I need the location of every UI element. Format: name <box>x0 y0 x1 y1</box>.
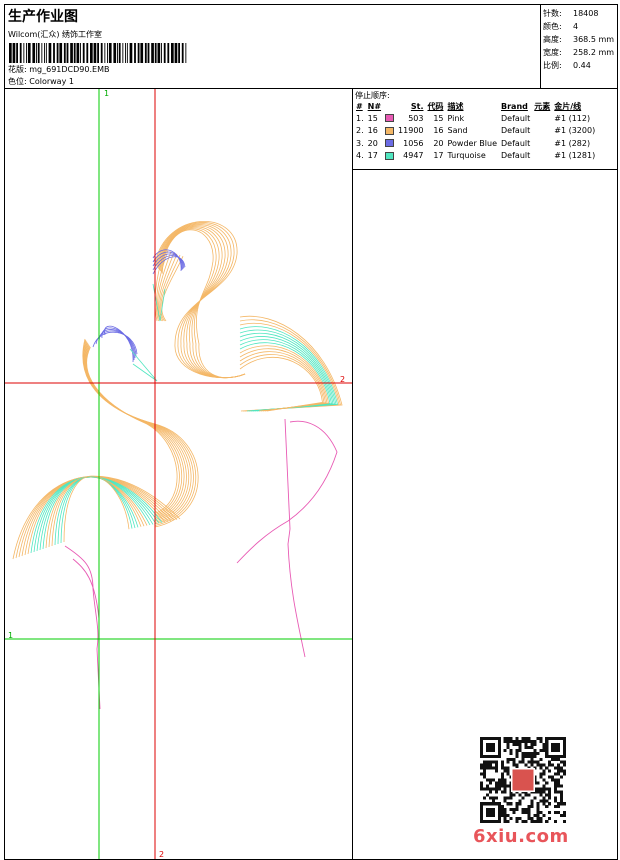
col-n: N# <box>367 102 382 111</box>
stop-sequence-title: 停止顺序: <box>355 91 390 100</box>
row-stitches: 11900 <box>398 126 424 136</box>
row-code: 16 <box>433 126 444 136</box>
colorway-label: 色位: <box>8 77 30 86</box>
row-code: 20 <box>433 138 444 148</box>
col-desc: 描述 <box>447 102 464 111</box>
design-file-label: 花版: <box>8 65 30 74</box>
qr-logo-icon <box>512 769 534 791</box>
color-table-header: # N# St. 代码 描述 Brand 元素 金片/线 <box>354 101 597 112</box>
row-swatch <box>383 150 396 163</box>
color-row: 3. 20 1056 20 Powder Blue Default #1 (282) <box>354 137 597 150</box>
color-swatch <box>385 151 395 160</box>
row-swatch <box>383 137 396 150</box>
stop-sequence-panel: 停止顺序: # N# St. 代码 描述 Brand 元素 金片/线 1. 15 5… <box>352 88 618 170</box>
row-swatch <box>383 112 396 125</box>
row-stitches: 1056 <box>403 138 424 148</box>
row-sequin: #1 (112) <box>554 113 591 123</box>
design-file-name: mg_691DCD90.EMB <box>29 65 110 74</box>
row-desc: Powder Blue <box>447 138 498 148</box>
row-sequin: #1 (1281) <box>554 151 596 161</box>
watermark-text: 6xiu.com <box>473 826 569 847</box>
stat-width: 宽度: 258.2 mm <box>543 48 615 57</box>
color-swatch <box>385 126 395 135</box>
row-stitches: 503 <box>408 113 424 123</box>
row-index: 2. <box>356 126 364 136</box>
row-n: 20 <box>367 138 378 148</box>
row-n: 15 <box>367 113 378 123</box>
col-index: # <box>356 102 363 111</box>
design-file-line: 花版: mg_691DCD90.EMB <box>8 64 109 75</box>
col-brand: Brand <box>501 102 528 111</box>
row-desc: Sand <box>447 126 468 136</box>
row-index: 4. <box>356 151 364 161</box>
col-element: 元素 <box>534 102 551 111</box>
page-title: 生产作业图 <box>8 9 78 25</box>
flamingo-left <box>12 325 199 560</box>
stats-panel: 针数: 18408 颜色: 4 高度: 368.5 mm 宽度: 258.2 mm 比例… <box>540 4 618 89</box>
header-panel: 生产作业图 Wilcom(汇众) 绣饰工作室 花版: mg_691DCD90.E… <box>4 4 541 89</box>
row-element <box>532 150 552 163</box>
col-swatch <box>383 101 396 112</box>
colorway-name: Colorway 1 <box>29 77 74 86</box>
row-swatch <box>383 125 396 138</box>
col-stitches: St. <box>410 102 424 111</box>
row-element <box>532 112 552 125</box>
colorway-line: 色位: Colorway 1 <box>8 76 74 87</box>
row-desc: Pink <box>447 113 465 123</box>
flamingo-legs <box>64 418 338 710</box>
row-element <box>532 137 552 150</box>
row-element <box>532 125 552 138</box>
stat-colors: 颜色: 4 <box>543 22 579 31</box>
row-index: 1. <box>356 113 364 123</box>
company-name: Wilcom(汇众) 绣饰工作室 <box>8 30 103 39</box>
color-row: 1. 15 503 15 Pink Default #1 (112) <box>354 112 597 125</box>
row-index: 3. <box>356 138 364 148</box>
row-brand: Default <box>501 113 531 123</box>
color-swatch <box>385 139 395 148</box>
design-preview: 1 1 2 2 <box>4 88 353 860</box>
stat-scale: 比例: 0.44 <box>543 61 591 70</box>
color-row: 2. 16 11900 16 Sand Default #1 (3200) <box>354 125 597 138</box>
row-code: 17 <box>433 151 444 161</box>
color-row: 4. 17 4947 17 Turquoise Default #1 (1281) <box>354 150 597 163</box>
barcode <box>9 43 187 63</box>
qr-code <box>480 737 566 823</box>
col-code: 代码 <box>427 102 444 111</box>
row-stitches: 4947 <box>403 151 424 161</box>
color-table: # N# St. 代码 描述 Brand 元素 金片/线 1. 15 503 15 Pi… <box>354 101 597 162</box>
row-n: 17 <box>367 151 378 161</box>
stat-height: 高度: 368.5 mm <box>543 35 615 44</box>
row-sequin: #1 (3200) <box>554 126 596 136</box>
row-n: 16 <box>367 126 378 136</box>
green-guide-label-top: 1 <box>104 89 109 98</box>
col-sequin: 金片/线 <box>554 102 582 111</box>
color-swatch <box>385 114 395 123</box>
row-brand: Default <box>501 138 531 148</box>
row-code: 15 <box>433 113 444 123</box>
embroidery-drawing: 1 1 2 2 <box>5 89 352 859</box>
green-guide-label-left: 1 <box>8 631 13 640</box>
side-panel <box>352 169 618 860</box>
row-brand: Default <box>501 126 531 136</box>
red-guide-label-bottom: 2 <box>159 850 164 859</box>
stat-stitches: 针数: 18408 <box>543 9 599 18</box>
row-brand: Default <box>501 151 531 161</box>
row-sequin: #1 (282) <box>554 138 591 148</box>
row-desc: Turquoise <box>447 151 486 161</box>
red-guide-label-right: 2 <box>340 375 345 384</box>
